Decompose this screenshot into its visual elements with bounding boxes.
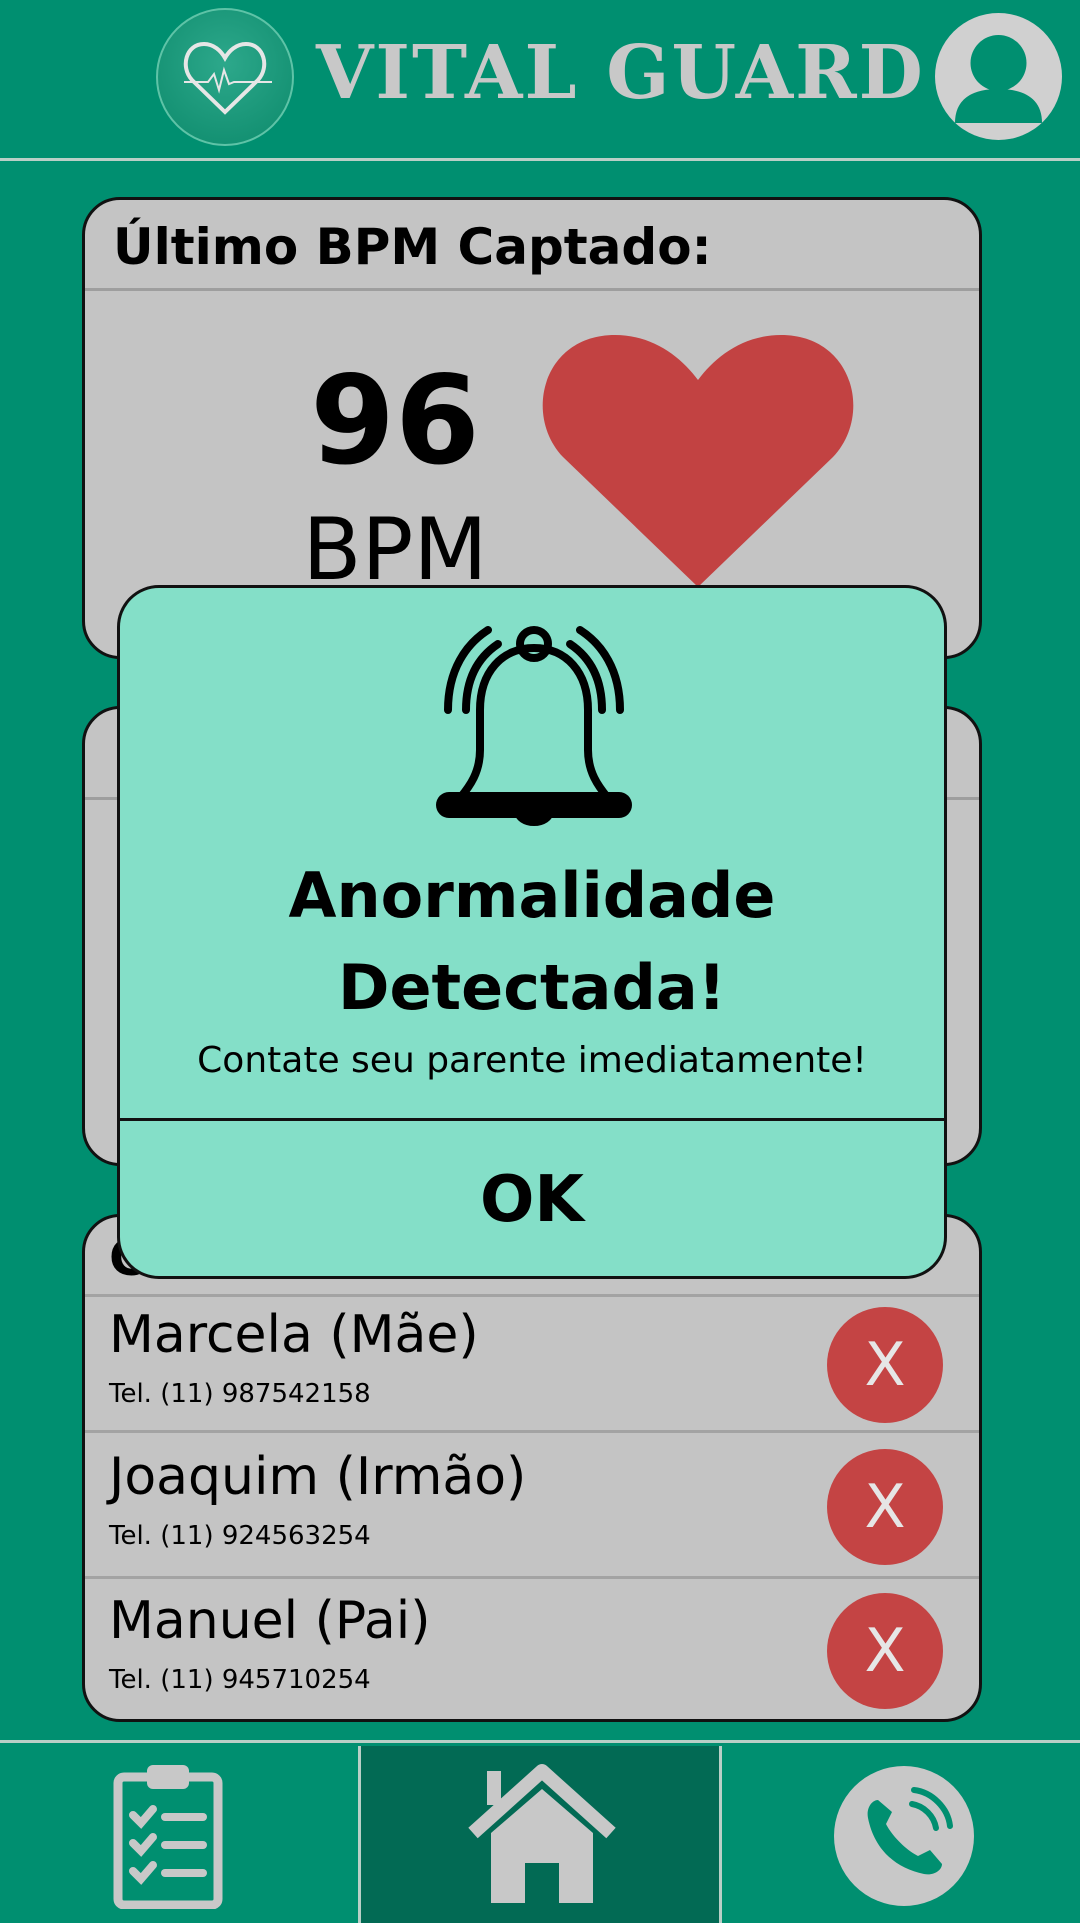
bell-icon — [436, 626, 632, 826]
contact-name: Manuel (Pai) — [109, 1591, 431, 1651]
contact-phone: Tel. (11) 987542158 — [109, 1379, 371, 1409]
alert-message: Contate seu parente imediatamente! — [197, 1040, 867, 1081]
remove-contact-button[interactable]: X — [827, 1593, 943, 1709]
abnormality-alert-dialog: Anormalidade Detectada! Contate seu pare… — [117, 585, 947, 1279]
alert-title-line1: Anormalidade — [288, 859, 776, 932]
bottom-navigation — [0, 1740, 1080, 1923]
nav-call[interactable] — [722, 1746, 1080, 1923]
nav-checklist[interactable] — [0, 1746, 358, 1923]
contact-row: Manuel (Pai) Tel. (11) 945710254 X — [85, 1583, 979, 1719]
ok-button[interactable]: OK — [120, 1121, 944, 1276]
contacts-card: Contatos Marcela (Mãe) Tel. (11) 9875421… — [82, 1214, 982, 1722]
contact-name: Joaquim (Irmão) — [109, 1447, 527, 1507]
remove-contact-button[interactable]: X — [827, 1449, 943, 1565]
bpm-card-title: Último BPM Captado: — [113, 218, 712, 276]
contact-row: Joaquim (Irmão) Tel. (11) 924563254 X — [85, 1439, 979, 1584]
phone-call-icon — [834, 1766, 974, 1906]
row-divider — [85, 1430, 979, 1433]
contact-phone: Tel. (11) 945710254 — [109, 1665, 371, 1695]
contact-phone: Tel. (11) 924563254 — [109, 1521, 371, 1551]
home-icon — [468, 1764, 616, 1903]
contact-row: Marcela (Mãe) Tel. (11) 987542158 X — [85, 1297, 979, 1442]
alert-title: Anormalidade Detectada! — [120, 850, 944, 1034]
app-header: VITAL GUARD — [0, 0, 1080, 161]
row-divider — [85, 1576, 979, 1579]
heart-pulse-logo-icon — [156, 8, 294, 146]
remove-contact-button[interactable]: X — [827, 1307, 943, 1423]
user-avatar-icon[interactable] — [935, 13, 1062, 140]
bpm-value: 96 — [310, 350, 480, 492]
clipboard-checklist-icon — [113, 1765, 223, 1909]
contact-name: Marcela (Mãe) — [109, 1305, 479, 1365]
alert-title-line2: Detectada! — [338, 951, 726, 1024]
card-divider — [85, 288, 979, 291]
app-brand-title: VITAL GUARD — [316, 30, 925, 116]
nav-home[interactable] — [361, 1746, 719, 1923]
heart-icon — [542, 335, 854, 587]
